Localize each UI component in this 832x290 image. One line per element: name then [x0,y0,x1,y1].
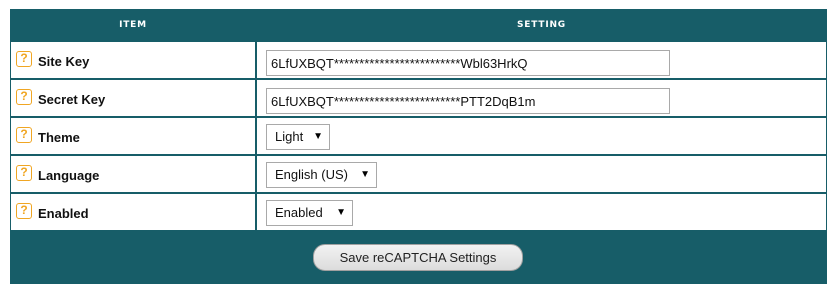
setting-cell [257,42,826,78]
secret-key-label: Secret Key [38,92,106,107]
table-row-secret-key: ? Secret Key [10,79,827,116]
item-cell: ? Site Key [11,42,255,78]
setting-cell [257,80,826,116]
table-row-enabled: ? Enabled Enabled ▼ [10,193,827,230]
theme-label: Theme [38,130,80,145]
item-cell: ? Theme [11,118,255,154]
site-key-input[interactable] [266,50,670,76]
table-row-language: ? Language English (US) ▼ [10,155,827,192]
setting-cell: Light ▼ [257,118,826,154]
dropdown-arrow-icon: ▼ [336,207,346,218]
table-header: ITEM SETTING [10,9,827,41]
item-cell: ? Secret Key [11,80,255,116]
help-icon[interactable]: ? [16,127,32,143]
help-icon[interactable]: ? [16,165,32,181]
item-cell: ? Language [11,156,255,192]
header-setting: SETTING [517,20,566,30]
language-select-value: English (US) [275,167,348,182]
table-row-site-key: ? Site Key [10,41,827,78]
dropdown-arrow-icon: ▼ [313,131,323,142]
language-label: Language [38,168,100,183]
help-icon[interactable]: ? [16,203,32,219]
setting-cell: English (US) ▼ [257,156,826,192]
enabled-label: Enabled [38,206,89,221]
table-row-theme: ? Theme Light ▼ [10,117,827,154]
theme-select[interactable]: Light ▼ [266,124,330,150]
item-cell: ? Enabled [11,194,255,230]
theme-select-value: Light [275,129,304,144]
dropdown-arrow-icon: ▼ [360,169,370,180]
help-icon[interactable]: ? [16,89,32,105]
header-item: ITEM [119,20,147,30]
site-key-label: Site Key [38,54,90,69]
help-icon[interactable]: ? [16,51,32,67]
setting-cell: Enabled ▼ [257,194,826,230]
save-recaptcha-settings-button[interactable]: Save reCAPTCHA Settings [313,244,523,271]
settings-panel: ITEM SETTING ? Site Key ? Secret Key ? T… [10,9,827,284]
secret-key-input[interactable] [266,88,670,114]
language-select[interactable]: English (US) ▼ [266,162,377,188]
table-footer: Save reCAPTCHA Settings [10,231,827,284]
enabled-select-value: Enabled [275,205,323,220]
enabled-select[interactable]: Enabled ▼ [266,200,353,226]
